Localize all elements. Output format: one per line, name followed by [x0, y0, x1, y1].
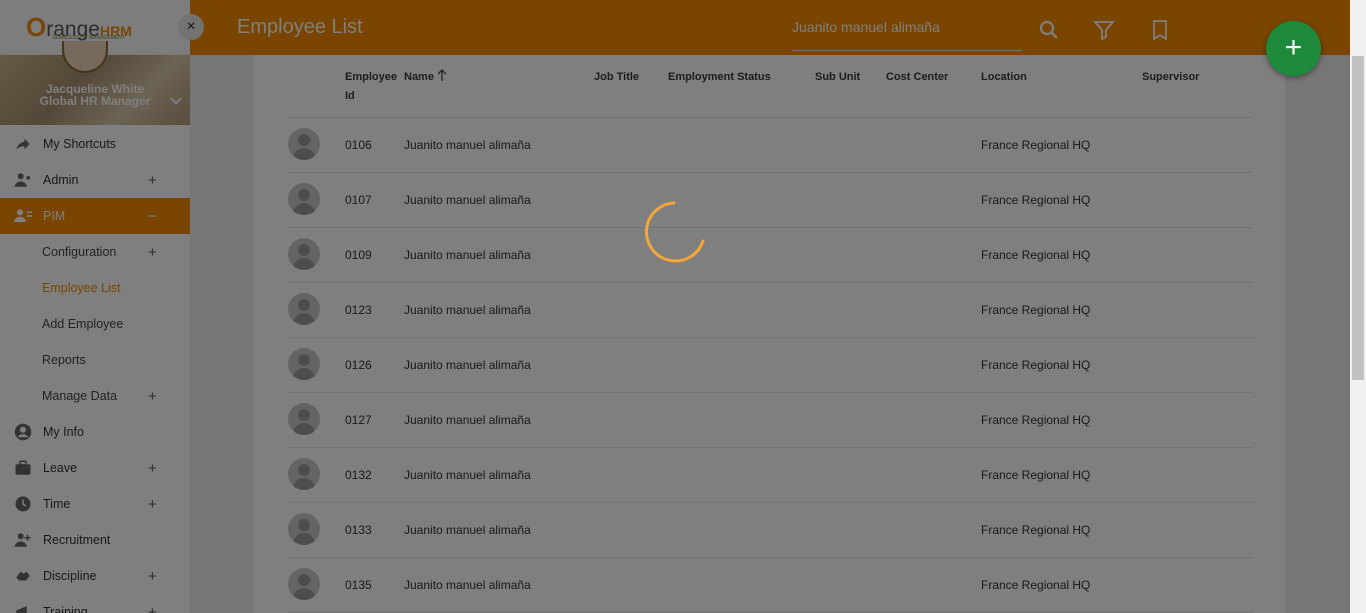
add-employee-fab[interactable]: +: [1266, 21, 1321, 76]
loading-spinner-icon: [644, 201, 705, 263]
scrollbar-thumb[interactable]: [1352, 56, 1364, 380]
vertical-scrollbar[interactable]: [1350, 0, 1366, 613]
loading-overlay: [0, 0, 1366, 613]
